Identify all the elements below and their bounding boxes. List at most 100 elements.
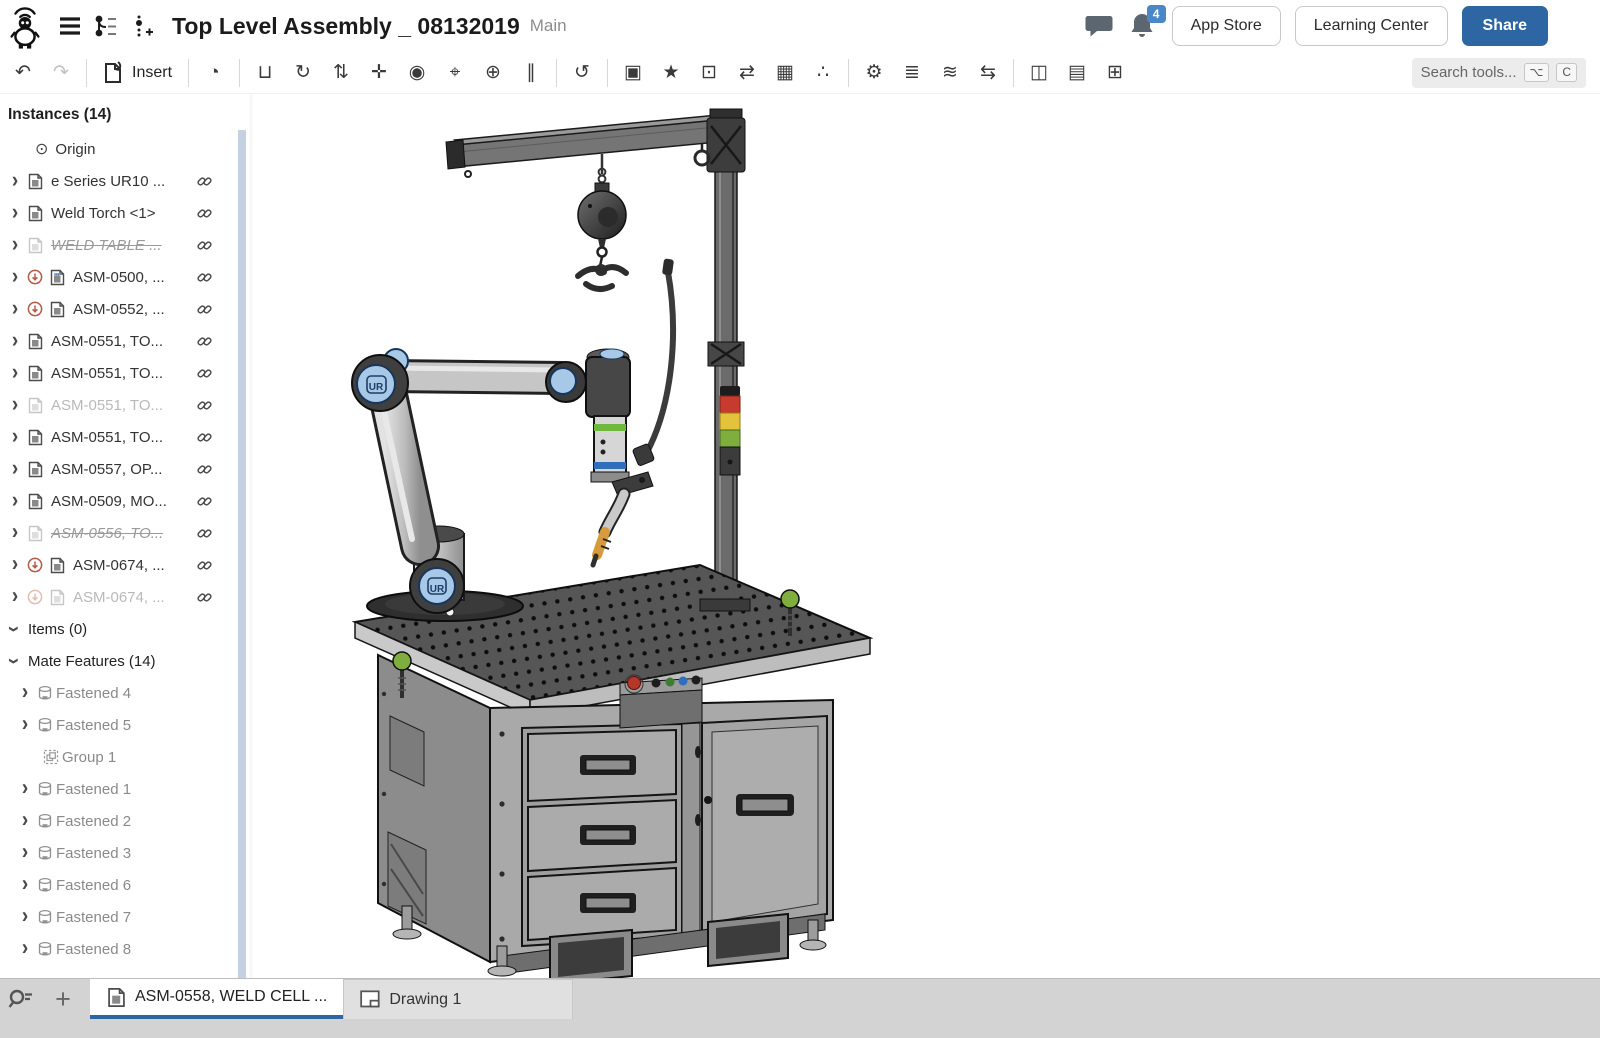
panel-scrollbar[interactable] <box>238 130 246 978</box>
expand-chevron-icon[interactable]: › <box>16 872 34 897</box>
welding-table[interactable] <box>355 565 870 978</box>
expand-chevron-icon[interactable]: › <box>6 488 24 513</box>
update-available-icon[interactable] <box>27 557 43 573</box>
update-available-icon[interactable] <box>27 301 43 317</box>
instance-row[interactable]: ›ASM-0509, MO... <box>0 485 250 517</box>
snap-mode-button[interactable]: ↺ <box>563 57 601 89</box>
instance-row[interactable]: ›ASM-0552, ... <box>0 293 250 325</box>
instance-row[interactable]: ›ASM-0551, TO... <box>0 421 250 453</box>
expand-chevron-icon[interactable]: › <box>16 680 34 705</box>
gear-relation-button[interactable]: ⚙ <box>855 57 893 89</box>
expand-chevron-icon[interactable]: › <box>6 296 24 321</box>
instance-row[interactable]: ›ASM-0674, ... <box>0 581 250 613</box>
mate-row[interactable]: ›Fastened 3 <box>0 837 250 869</box>
cylindrical-mate-button[interactable]: ⊕ <box>474 57 512 89</box>
expand-chevron-icon[interactable]: › <box>6 456 24 481</box>
tool-balancer[interactable] <box>578 154 626 289</box>
slider-mate-button[interactable]: ⇅ <box>322 57 360 89</box>
instance-row[interactable]: ›ASM-0557, OP... <box>0 453 250 485</box>
expand-chevron-icon[interactable]: › <box>16 712 34 737</box>
expand-chevron-icon[interactable]: › <box>16 904 34 929</box>
expand-chevron-icon[interactable]: › <box>16 936 34 961</box>
tab-drawing[interactable]: Drawing 1 <box>343 979 573 1019</box>
document-title[interactable]: Top Level Assembly _ 08132019 <box>172 13 520 40</box>
instance-row[interactable]: ›ASM-0674, ... <box>0 549 250 581</box>
revolute-mate-button[interactable]: ↻ <box>284 57 322 89</box>
update-available-icon[interactable] <box>27 589 43 605</box>
display-states-button[interactable]: ▤ <box>1058 57 1096 89</box>
group-button[interactable]: ▣ <box>614 57 652 89</box>
expand-chevron-icon[interactable]: › <box>6 552 24 577</box>
search-tools-input[interactable]: Search tools... ⌥ C <box>1412 58 1586 88</box>
instance-row[interactable]: ›WELD TABLE ... <box>0 229 250 261</box>
expand-chevron-icon[interactable]: › <box>6 520 24 545</box>
ball-mate-button[interactable]: ◉ <box>398 57 436 89</box>
explode-button[interactable]: ⇆ <box>969 57 1007 89</box>
undo-button[interactable]: ↶ <box>4 57 42 89</box>
instance-row[interactable]: ›Weld Torch <1> <box>0 197 250 229</box>
pin-slot-mate-button[interactable]: ⌖ <box>436 57 474 89</box>
tab-assembly[interactable]: ASM-0558, WELD CELL ... <box>90 979 343 1019</box>
instance-row[interactable]: ›ASM-0551, TO... <box>0 325 250 357</box>
linear-pattern-button[interactable]: ▦ <box>766 57 804 89</box>
add-tab-button[interactable]: + <box>42 979 84 1019</box>
search-tabs-button[interactable] <box>0 979 42 1019</box>
instance-row[interactable]: ›ASM-0500, ... <box>0 261 250 293</box>
control-pendant[interactable] <box>620 675 702 728</box>
onshape-robot-logo[interactable] <box>2 4 48 50</box>
expand-chevron-icon[interactable]: › <box>6 232 24 257</box>
expand-chevron-icon[interactable]: › <box>6 200 24 225</box>
3d-viewport[interactable]: UR UR <box>250 94 1600 978</box>
mate-row[interactable]: ›Fastened 4 <box>0 677 250 709</box>
instance-row[interactable]: ›e Series UR10 ... <box>0 165 250 197</box>
mate-row[interactable]: ›Fastened 1 <box>0 773 250 805</box>
section-view-button[interactable]: ◫ <box>1020 57 1058 89</box>
update-available-icon[interactable] <box>27 269 43 285</box>
mate-row[interactable]: ›Fastened 7 <box>0 901 250 933</box>
group-row[interactable]: Group 1 <box>0 741 250 773</box>
rack-pinion-relation-button[interactable]: ≣ <box>893 57 931 89</box>
signal-light-tower[interactable] <box>720 386 740 475</box>
mate-row[interactable]: ›Fastened 5 <box>0 709 250 741</box>
mate-button[interactable]: ⊔ <box>246 57 284 89</box>
weld-torch-cable[interactable] <box>646 272 673 454</box>
drawer-unit[interactable] <box>522 724 682 946</box>
transfer-button[interactable]: ⇄ <box>728 57 766 89</box>
weld-torch[interactable] <box>593 472 653 565</box>
insert-button[interactable]: Insert <box>93 57 182 89</box>
workspace-name[interactable]: Main <box>530 16 567 36</box>
instance-row[interactable]: ›ASM-0551, TO... <box>0 357 250 389</box>
screw-relation-button[interactable]: ≋ <box>931 57 969 89</box>
named-positions-button[interactable]: ◔ <box>195 57 233 89</box>
main-menu-button[interactable] <box>52 8 88 44</box>
cabinet-door[interactable] <box>702 716 827 932</box>
redo-button[interactable]: ↷ <box>42 57 80 89</box>
expand-chevron-icon[interactable]: › <box>6 168 24 193</box>
mate-features-section-header[interactable]: › Mate Features (14) <box>0 645 250 677</box>
planar-mate-button[interactable]: ✛ <box>360 57 398 89</box>
create-version-button[interactable] <box>124 8 160 44</box>
expand-chevron-icon[interactable]: › <box>16 808 34 833</box>
expand-chevron-icon[interactable]: › <box>6 584 24 609</box>
items-section-header[interactable]: › Items (0) <box>0 613 250 645</box>
origin-row[interactable]: ⊙ Origin <box>0 133 250 165</box>
expand-chevron-icon[interactable]: › <box>6 328 24 353</box>
mate-row[interactable]: ›Fastened 2 <box>0 805 250 837</box>
versions-button[interactable] <box>88 8 124 44</box>
expand-chevron-icon[interactable]: › <box>6 360 24 385</box>
create-drawing-button[interactable]: ⊞ <box>1096 57 1134 89</box>
expand-chevron-icon[interactable]: › <box>16 776 34 801</box>
app-store-button[interactable]: App Store <box>1172 6 1281 46</box>
circular-pattern-button[interactable]: ∴ <box>804 57 842 89</box>
mate-connector-button[interactable]: ★ <box>652 57 690 89</box>
mate-row[interactable]: ›Fastened 6 <box>0 869 250 901</box>
expand-chevron-icon[interactable]: › <box>16 840 34 865</box>
share-button[interactable]: Share <box>1462 6 1548 46</box>
instance-row[interactable]: ›ASM-0551, TO... <box>0 389 250 421</box>
parallel-mate-button[interactable]: ∥ <box>512 57 550 89</box>
learning-center-button[interactable]: Learning Center <box>1295 6 1448 46</box>
comments-icon[interactable] <box>1084 12 1114 40</box>
mate-row[interactable]: ›Fastened 8 <box>0 933 250 965</box>
notifications-button[interactable]: 4 <box>1128 11 1158 41</box>
instance-row[interactable]: ›ASM-0556, TO... <box>0 517 250 549</box>
